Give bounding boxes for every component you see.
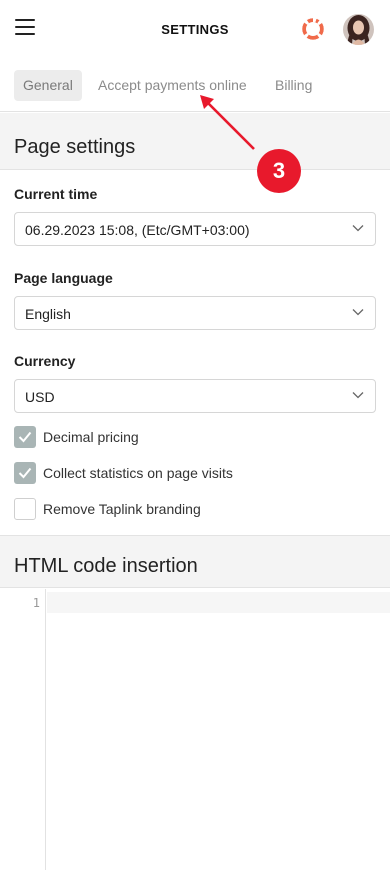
settings-tabs: General Accept payments online Billing [0,60,390,112]
checkmark-icon [18,431,32,443]
chevron-down-icon [352,392,364,399]
active-line-highlight[interactable] [47,592,390,613]
page-settings-heading: Page settings [14,136,136,158]
current-time-select[interactable]: 06.29.2023 15:08, (Etc/GMT+03:00) [14,212,376,246]
checkbox-label: Decimal pricing [43,429,139,445]
page-language-select[interactable]: English [14,296,376,330]
current-time-label: Current time [14,186,98,202]
page-language-value: English [25,306,71,322]
tab-general[interactable]: General [14,70,82,101]
annotation-badge: 3 [257,149,301,193]
lifebuoy-help-icon[interactable] [301,17,325,41]
currency-value: USD [25,389,55,405]
html-code-header: HTML code insertion [0,535,390,588]
editor-gutter: 1 [0,589,46,870]
tab-billing[interactable]: Billing [266,70,321,101]
currency-select[interactable]: USD [14,379,376,413]
checkbox-unchecked[interactable] [14,498,36,520]
page-language-label: Page language [14,270,113,286]
html-code-heading: HTML code insertion [14,555,198,577]
checkbox-checked[interactable] [14,426,36,448]
page-settings-header: Page settings [0,113,390,170]
checkbox-label: Remove Taplink branding [43,501,201,517]
page-title: SETTINGS [161,22,229,37]
top-bar: SETTINGS [0,0,390,60]
html-code-editor[interactable]: 1 [0,589,390,870]
checkbox-checked[interactable] [14,462,36,484]
chevron-down-icon [352,309,364,316]
current-time-value: 06.29.2023 15:08, (Etc/GMT+03:00) [25,222,250,238]
checkmark-icon [18,467,32,479]
line-number: 1 [32,596,40,610]
avatar[interactable] [343,14,374,45]
chevron-down-icon [352,225,364,232]
checkbox-label: Collect statistics on page visits [43,465,233,481]
annotation-arrow-icon [200,95,255,150]
currency-label: Currency [14,353,76,369]
